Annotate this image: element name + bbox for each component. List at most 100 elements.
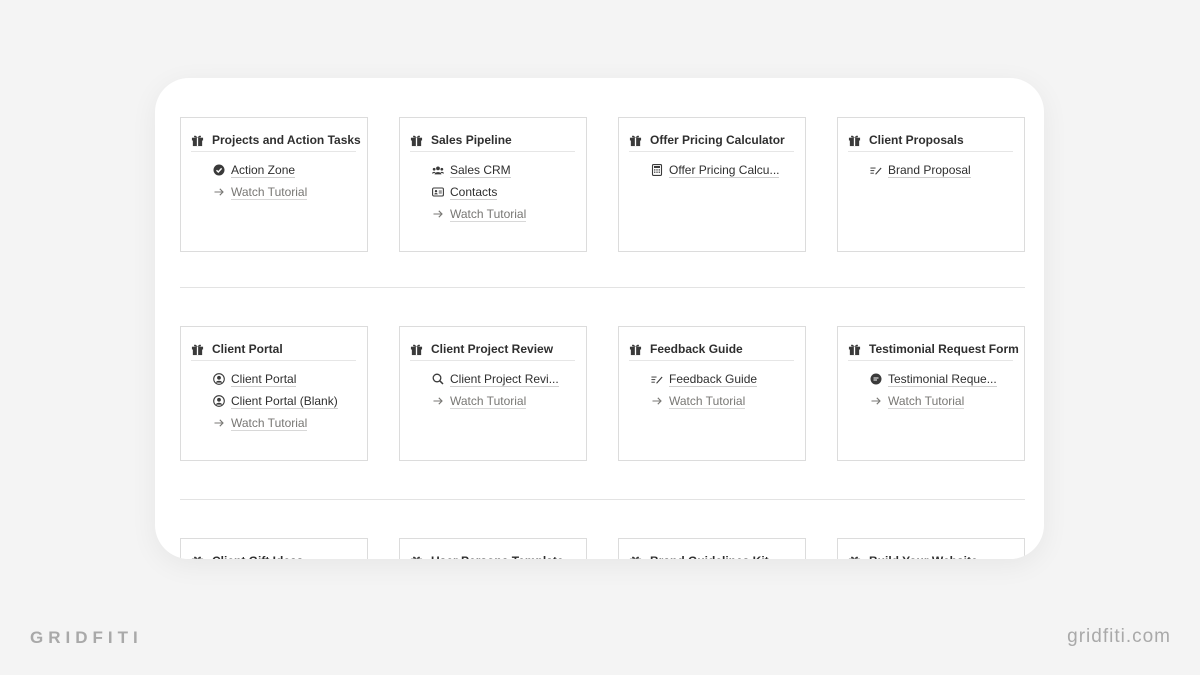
card-header[interactable]: Feedback Guide <box>629 338 794 361</box>
card-title: Brand Guidelines Kit <box>650 554 769 559</box>
card-title: Offer Pricing Calculator <box>650 133 785 147</box>
card-header[interactable]: Offer Pricing Calculator <box>629 129 794 152</box>
arrow-right-icon <box>432 208 444 220</box>
card-title: Testimonial Request Form <box>869 342 1019 356</box>
gift-icon <box>410 343 423 356</box>
card-title: Sales Pipeline <box>431 133 512 147</box>
link-label: Watch Tutorial <box>450 393 527 409</box>
template-card[interactable]: User Persona Template <box>399 538 587 559</box>
gridfiti-logo-text: GRIDFITI <box>30 628 143 647</box>
link-label: Client Portal (Blank) <box>231 393 338 409</box>
search-icon <box>432 373 444 385</box>
row-divider <box>180 287 1025 288</box>
link-label: Feedback Guide <box>669 371 758 387</box>
card-header[interactable]: Brand Guidelines Kit <box>629 550 794 559</box>
link-label: Brand Proposal <box>888 162 971 178</box>
card-header[interactable]: User Persona Template <box>410 550 575 559</box>
arrow-right-icon <box>870 395 882 407</box>
arrow-right-icon <box>651 395 663 407</box>
card-header[interactable]: Build Your Website <box>848 550 1013 559</box>
link-label: Watch Tutorial <box>669 393 746 409</box>
page-link[interactable]: Contacts <box>432 181 577 203</box>
card-header[interactable]: Testimonial Request Form <box>848 338 1019 361</box>
watch-tutorial-link[interactable]: Watch Tutorial <box>870 390 1015 412</box>
template-card[interactable]: Build Your Website <box>837 538 1025 559</box>
card-title: User Persona Template <box>431 554 564 559</box>
contact-card-icon <box>432 186 444 198</box>
card-title: Build Your Website <box>869 554 978 559</box>
page-link[interactable]: Offer Pricing Calcu... <box>651 159 796 181</box>
page-link[interactable]: Client Portal <box>213 368 358 390</box>
arrow-right-icon <box>213 417 225 429</box>
template-card[interactable]: Brand Guidelines Kit <box>618 538 806 559</box>
link-label: Watch Tutorial <box>231 415 308 431</box>
gift-icon <box>848 555 861 559</box>
card-link-list: Feedback Guide Watch Tutorial <box>651 368 796 412</box>
watch-tutorial-link[interactable]: Watch Tutorial <box>432 203 577 225</box>
card-link-list: Testimonial Reque... Watch Tutorial <box>870 368 1015 412</box>
template-card[interactable]: Offer Pricing Calculator Offer Pricing Ca… <box>618 117 806 252</box>
card-link-list: Client Project Revi... Watch Tutorial <box>432 368 577 412</box>
link-label: Client Project Revi... <box>450 371 559 387</box>
template-card[interactable]: Testimonial Request Form Testimonial Requ… <box>837 326 1025 461</box>
template-gallery-panel: Projects and Action Tasks Action Zone Watc… <box>155 78 1044 559</box>
link-label: Action Zone <box>231 162 296 178</box>
check-circle-icon <box>213 164 225 176</box>
link-label: Sales CRM <box>450 162 511 178</box>
card-link-list: Brand Proposal <box>870 159 1015 181</box>
gift-icon <box>848 134 861 147</box>
watch-tutorial-link[interactable]: Watch Tutorial <box>213 412 358 434</box>
template-card[interactable]: Feedback Guide Feedback Guide Watch Tutori… <box>618 326 806 461</box>
card-link-list: Action Zone Watch Tutorial <box>213 159 358 203</box>
gift-icon <box>191 555 204 559</box>
card-header[interactable]: Projects and Action Tasks <box>191 129 361 152</box>
page-link[interactable]: Sales CRM <box>432 159 577 181</box>
gift-icon <box>410 555 423 559</box>
link-label: Watch Tutorial <box>888 393 965 409</box>
card-title: Client Gift Ideas <box>212 554 303 559</box>
card-header[interactable]: Client Portal <box>191 338 356 361</box>
arrow-right-icon <box>432 395 444 407</box>
page-link[interactable]: Brand Proposal <box>870 159 1015 181</box>
template-card[interactable]: Sales Pipeline Sales CRM Contacts Watch Tut… <box>399 117 587 252</box>
watch-tutorial-link[interactable]: Watch Tutorial <box>651 390 796 412</box>
link-label: Client Portal <box>231 371 297 387</box>
page-link[interactable]: Action Zone <box>213 159 358 181</box>
gift-icon <box>848 343 861 356</box>
link-label: Watch Tutorial <box>231 184 308 200</box>
template-card[interactable]: Client Project Review Client Project Revi… <box>399 326 587 461</box>
watch-tutorial-link[interactable]: Watch Tutorial <box>432 390 577 412</box>
page-link[interactable]: Testimonial Reque... <box>870 368 1015 390</box>
link-label: Testimonial Reque... <box>888 371 997 387</box>
card-title: Client Project Review <box>431 342 554 356</box>
link-label: Offer Pricing Calcu... <box>669 162 780 178</box>
template-card[interactable]: Client Portal Client Portal Client Portal … <box>180 326 368 461</box>
gift-icon <box>191 343 204 356</box>
page-link[interactable]: Client Portal (Blank) <box>213 390 358 412</box>
row-divider <box>180 499 1025 500</box>
page-link[interactable]: Feedback Guide <box>651 368 796 390</box>
gift-icon <box>629 343 642 356</box>
people-icon <box>432 164 444 176</box>
watch-tutorial-link[interactable]: Watch Tutorial <box>213 181 358 203</box>
arrow-right-icon <box>213 186 225 198</box>
template-card[interactable]: Client Proposals Brand Proposal <box>837 117 1025 252</box>
card-header[interactable]: Client Gift Ideas <box>191 550 356 559</box>
link-label: Watch Tutorial <box>450 206 527 222</box>
user-circle-icon <box>213 373 225 385</box>
template-card[interactable]: Client Gift Ideas <box>180 538 368 559</box>
page-link[interactable]: Client Project Revi... <box>432 368 577 390</box>
gift-icon <box>410 134 423 147</box>
card-title: Projects and Action Tasks <box>212 133 361 147</box>
signature-icon <box>870 164 882 176</box>
card-header[interactable]: Client Proposals <box>848 129 1013 152</box>
card-link-list: Sales CRM Contacts Watch Tutorial <box>432 159 577 225</box>
card-header[interactable]: Client Project Review <box>410 338 575 361</box>
gift-icon <box>629 134 642 147</box>
template-card[interactable]: Projects and Action Tasks Action Zone Watc… <box>180 117 368 252</box>
card-header[interactable]: Sales Pipeline <box>410 129 575 152</box>
link-label: Contacts <box>450 184 498 200</box>
calculator-icon <box>651 164 663 176</box>
gift-icon <box>629 555 642 559</box>
chat-bubble-icon <box>870 373 882 385</box>
